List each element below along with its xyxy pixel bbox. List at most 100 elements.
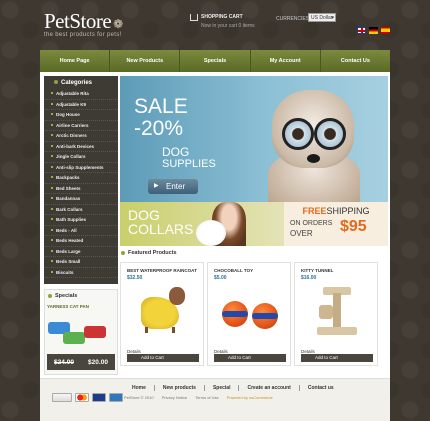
category-item[interactable]: Beds Small [44,257,118,268]
flag-spanish-icon[interactable] [381,27,390,34]
cart-status: Now in your cart 0 items [201,23,255,29]
footer-links: Home New products Special Create an acco… [124,385,342,391]
hero-supplies: SUPPLIES [162,158,216,170]
dog-collars-banner[interactable]: DOG COLLARS [120,202,284,246]
category-item[interactable]: Arctic Dinners [44,131,118,142]
special-old-price: $24.00 [54,358,74,366]
ball-toy-image[interactable] [216,283,284,343]
free-shipping-banner[interactable]: FREESHIPPING ON ORDERS OVER $95 [284,202,388,246]
category-item[interactable]: Beds Heated [44,236,118,247]
featured-title: Featured Products [120,250,388,260]
footer-create-account[interactable]: Create an account [239,385,300,391]
category-item[interactable]: Jingle Collars [44,152,118,163]
category-item[interactable]: Adjustable Rita [44,89,118,100]
tower-box [319,305,333,319]
flag-german-icon[interactable] [369,27,378,34]
add-to-cart-button[interactable]: Add to Cart [301,354,373,362]
cat-pan-green [63,332,85,344]
product-card: KITTY TUNNEL $16.00 Details Add to Cart [294,262,378,366]
footer-home[interactable]: Home [124,385,155,391]
product-name[interactable]: KITTY TUNNEL [301,268,333,273]
footer-contact-us[interactable]: Contact us [300,385,342,391]
glasses-left-lens [282,118,314,150]
hero-sale: SALE [134,95,188,118]
special-product-name[interactable]: YARNESS CAT PAN [47,304,115,309]
category-item[interactable]: Anti-slip Supplements [44,163,118,173]
categories-box: Categories Adjustable Rita Adjustable K9… [44,76,118,284]
nav-home[interactable]: Home Page [40,50,111,72]
tower-post [333,293,341,329]
currency-select[interactable]: US Dollar [308,13,336,22]
category-item[interactable]: Beds Large [44,247,118,257]
product-card: BEST WATERPROOF RAINCOAT $32.50 Details … [120,262,204,366]
category-item[interactable]: Beds - All [44,226,118,236]
cat-tower-image[interactable] [303,283,371,343]
shipping-free: FREE [302,206,327,216]
powered-by-link[interactable]: Powered by osCommerce [227,395,273,400]
nav-contact-us[interactable]: Contact Us [321,50,390,72]
add-to-cart-button[interactable]: Add to Cart [127,354,199,362]
main-nav: Home Page New Products Specials My Accou… [40,50,390,72]
terms-link[interactable]: Terms of Use [195,395,219,400]
product-name[interactable]: CHOCOBALL TOY [214,268,253,273]
mastercard-icon [75,393,89,402]
category-item[interactable]: Bed Sheets [44,184,118,194]
special-product-image[interactable] [47,312,115,350]
product-price: $32.50 [127,275,143,281]
flag-english-icon[interactable] [357,27,366,34]
specials-title: Specials [47,293,115,299]
category-item[interactable]: Biscuits [44,268,118,278]
collars-line2: COLLARS [128,221,194,237]
header: PetStore ❁ the best products for pets! SH… [0,0,430,50]
category-item[interactable]: Adjustable K9 [44,100,118,110]
shipping-title: FREESHIPPING [284,206,388,216]
footer-new-products[interactable]: New products [155,385,205,391]
glasses-right-lens [314,118,346,150]
payment-logos [52,393,123,402]
collars-line1: DOG [128,207,160,223]
ball-right [252,303,278,329]
categories-title: Categories [44,80,118,89]
product-grid: BEST WATERPROOF RAINCOAT $32.50 Details … [120,262,388,366]
paw-icon: ❁ [113,17,123,31]
logo[interactable]: PetStore ❁ [44,9,123,34]
cart-title[interactable]: SHOPPING CART [201,14,243,20]
cart-icon [190,14,198,21]
nav-my-account[interactable]: My Account [251,50,321,72]
category-item[interactable]: Airline Carriers [44,121,118,131]
category-list: Adjustable Rita Adjustable K9 Dog House … [44,89,118,278]
hero-dog: DOG [162,145,190,159]
currencies-label: CURRENCIES: [276,16,311,22]
featured-products: Featured Products BEST WATERPROOF RAINCO… [120,250,388,366]
category-item[interactable]: Anti-bark Devices [44,142,118,152]
category-item[interactable]: Dog House [44,110,118,121]
shipping-on-orders: ON ORDERS [290,220,333,227]
special-new-price: $20.00 [88,358,108,366]
raincoat-image[interactable] [129,283,197,343]
nav-new-products[interactable]: New Products [110,50,181,72]
nav-specials[interactable]: Specials [180,50,251,72]
add-to-cart-button[interactable]: Add to Cart [214,354,286,362]
category-item[interactable]: Bark Collars [44,205,118,215]
product-name[interactable]: BEST WATERPROOF RAINCOAT [127,268,197,273]
logo-text[interactable]: PetStore [44,9,112,33]
hero-banner[interactable]: SALE -20% DOG SUPPLIES Enter [120,76,388,202]
category-item[interactable]: Backpacks [44,173,118,184]
category-item[interactable]: Bandannas [44,194,118,205]
enter-button[interactable]: Enter [148,179,198,194]
copyright: PetStore © 2010 [124,395,154,400]
sidebar: Categories Adjustable Rita Adjustable K9… [44,76,118,375]
puppy-image [196,220,226,246]
tower-base [317,327,357,335]
dog-head [169,287,185,305]
category-item[interactable]: Bath Supplies [44,215,118,226]
product-card: CHOCOBALL TOY $5.00 Details Add to Cart [207,262,291,366]
special-prices: $24.00 $20.00 [47,354,115,370]
footer-special[interactable]: Special [205,385,240,391]
main-content: Categories Adjustable Rita Adjustable K9… [40,72,390,421]
product-price: $16.00 [301,275,317,281]
privacy-link[interactable]: Privacy Notice [162,395,188,400]
footer: Home New products Special Create an acco… [40,378,390,421]
specials-box: Specials YARNESS CAT PAN $24.00 $20.00 [44,289,118,375]
visa-icon [92,393,106,402]
